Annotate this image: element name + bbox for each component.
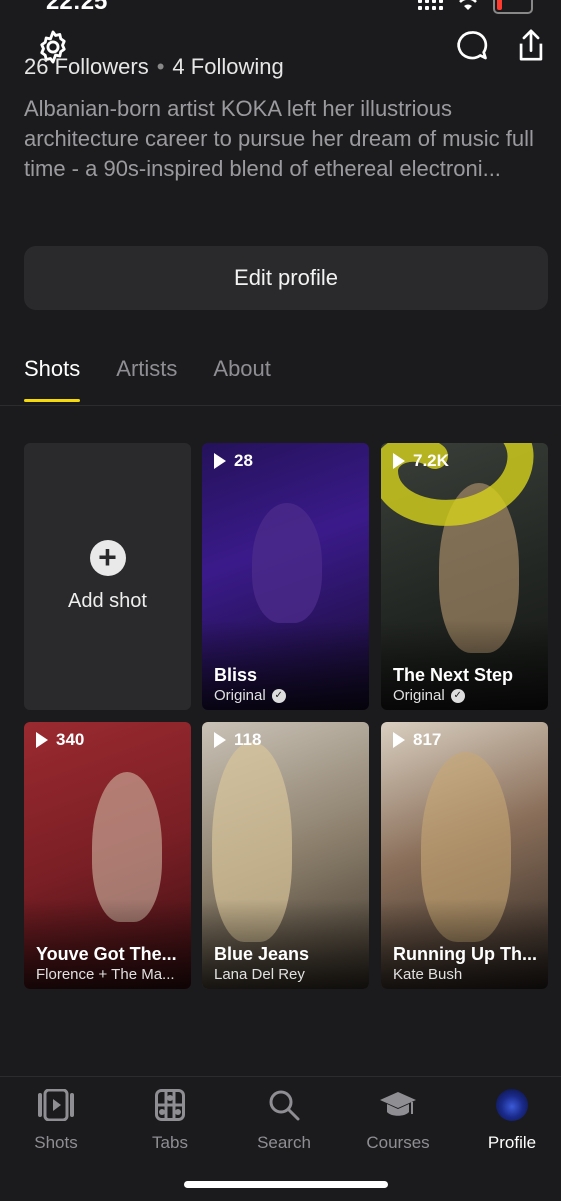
search-icon bbox=[269, 1090, 300, 1121]
play-count: 817 bbox=[393, 730, 441, 750]
tab-artists[interactable]: Artists bbox=[116, 356, 177, 402]
shot-card[interactable]: 817 Running Up Th... Kate Bush bbox=[381, 722, 548, 989]
followers-count[interactable]: 26 Followers bbox=[24, 54, 149, 79]
following-count[interactable]: 4 Following bbox=[172, 54, 283, 79]
play-count: 28 bbox=[214, 451, 253, 471]
video-play-icon bbox=[38, 1089, 74, 1121]
nav-label: Tabs bbox=[152, 1133, 188, 1152]
nav-label: Shots bbox=[34, 1133, 78, 1152]
shot-subtitle: Original ✓ bbox=[393, 687, 465, 704]
separator-dot: • bbox=[156, 54, 165, 79]
add-shot-tile[interactable]: + Add shot bbox=[24, 443, 191, 710]
shot-subtitle: Florence + The Ma... bbox=[36, 966, 175, 983]
shot-title: Blue Jeans bbox=[214, 944, 310, 964]
verified-check-icon: ✓ bbox=[450, 688, 465, 703]
chat-bubble-icon[interactable] bbox=[454, 28, 490, 64]
shot-card[interactable]: 28 Bliss Original ✓ bbox=[202, 443, 369, 710]
tab-about[interactable]: About bbox=[213, 356, 271, 402]
add-shot-label: Add shot bbox=[68, 590, 147, 612]
nav-label: Profile bbox=[487, 1133, 537, 1152]
fretboard-icon bbox=[155, 1089, 185, 1121]
follow-counts: 26 Followers • 4 Following bbox=[24, 54, 284, 80]
cellular-signal-icon bbox=[418, 0, 443, 10]
nav-search[interactable]: Search bbox=[228, 1085, 340, 1153]
shot-subtitle: Kate Bush bbox=[393, 966, 463, 983]
play-count: 118 bbox=[214, 730, 261, 750]
play-icon bbox=[393, 453, 405, 469]
plus-icon: + bbox=[89, 540, 126, 576]
shot-title: Bliss bbox=[214, 665, 258, 685]
share-icon[interactable] bbox=[514, 26, 548, 64]
play-icon bbox=[214, 453, 226, 469]
shot-title: The Next Step bbox=[393, 665, 514, 685]
play-icon bbox=[393, 732, 405, 748]
profile-bio: Albanian-born artist KOKA left her illus… bbox=[24, 96, 534, 181]
tab-shots[interactable]: Shots bbox=[24, 356, 81, 402]
shot-card[interactable]: 7.2K The Next Step Original ✓ bbox=[381, 443, 548, 710]
play-icon bbox=[214, 732, 226, 748]
profile-tabs: Shots Artists About bbox=[24, 356, 271, 402]
status-time: 22:25 bbox=[46, 0, 108, 15]
nav-tabs[interactable]: Tabs bbox=[114, 1085, 226, 1153]
nav-shots[interactable]: Shots bbox=[0, 1085, 112, 1153]
shot-subtitle: Original ✓ bbox=[214, 687, 286, 704]
verified-check-icon: ✓ bbox=[271, 688, 286, 703]
wifi-icon bbox=[459, 0, 477, 10]
home-indicator[interactable] bbox=[184, 1181, 388, 1188]
shot-subtitle: Lana Del Rey bbox=[214, 966, 305, 983]
shot-title: Youve Got The... bbox=[36, 944, 177, 964]
nav-profile[interactable]: Profile bbox=[456, 1085, 561, 1153]
graduation-cap-icon bbox=[380, 1092, 416, 1116]
status-icons bbox=[418, 0, 533, 14]
nav-courses[interactable]: Courses bbox=[342, 1085, 454, 1153]
play-count: 7.2K bbox=[393, 451, 449, 471]
shot-card[interactable]: 118 Blue Jeans Lana Del Rey bbox=[202, 722, 369, 989]
nav-label: Search bbox=[257, 1133, 311, 1152]
tabs-divider bbox=[0, 405, 561, 406]
shot-card[interactable]: 340 Youve Got The... Florence + The Ma..… bbox=[24, 722, 191, 989]
shot-title: Running Up Th... bbox=[393, 944, 537, 964]
nav-label: Courses bbox=[366, 1133, 430, 1152]
play-count: 340 bbox=[36, 730, 84, 750]
profile-avatar bbox=[496, 1089, 528, 1121]
battery-icon bbox=[493, 0, 533, 14]
play-icon bbox=[36, 732, 48, 748]
edit-profile-button[interactable]: Edit profile bbox=[24, 246, 548, 310]
thumbnail-image bbox=[252, 503, 322, 623]
